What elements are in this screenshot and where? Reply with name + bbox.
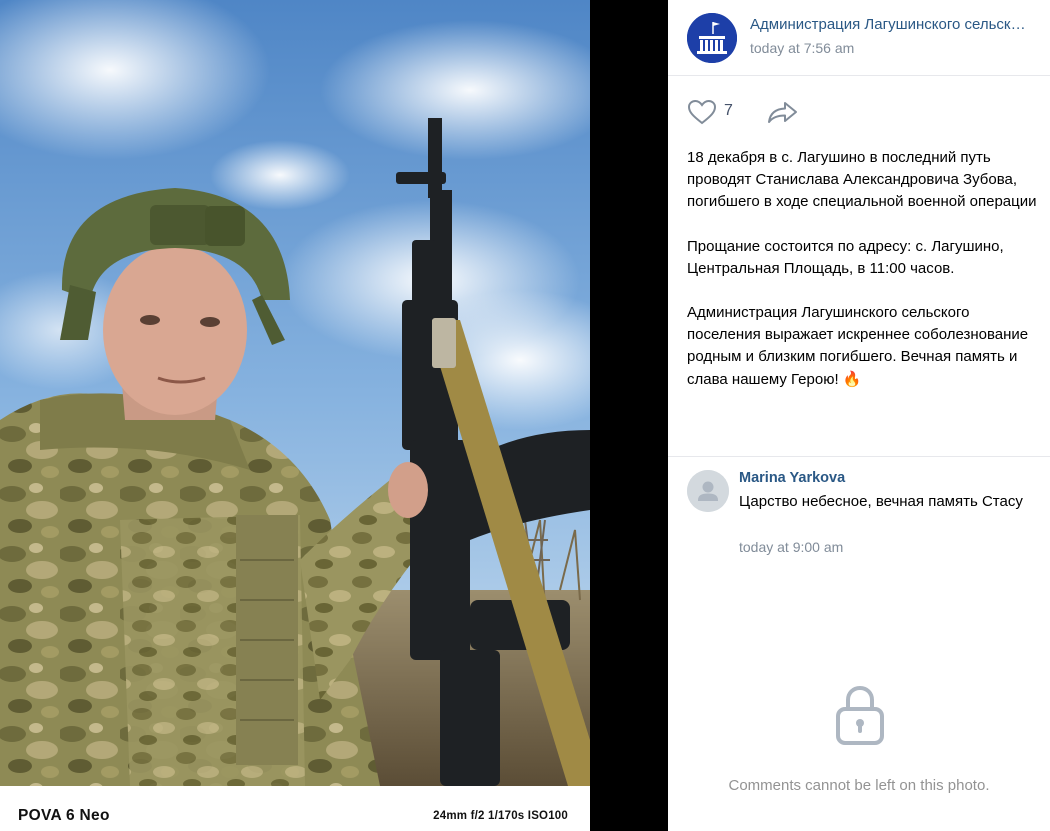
post-paragraph: 18 декабря в с. Лагушино в последний пут… [687, 149, 1037, 211]
building-flag-icon [687, 13, 737, 63]
comments-locked-message: Comments cannot be left on this photo. [728, 777, 990, 794]
like-count: 7 [724, 102, 733, 119]
photo-viewer: POVA 6 Neo 24mm f/2 1/170s ISO100 [0, 0, 590, 831]
exif-settings-label: 24mm f/2 1/170s ISO100 [433, 810, 568, 822]
comment-author-link[interactable]: Marina Yarkova [739, 470, 845, 486]
comment-avatar[interactable] [687, 470, 729, 512]
viewer-divider [590, 0, 668, 831]
post-photo[interactable] [0, 0, 590, 786]
comment-timestamp[interactable]: today at 9:00 am [739, 539, 843, 555]
lock-icon [836, 685, 884, 745]
post-paragraph-last: Администрация Лагушинского сельского пос… [687, 302, 1037, 391]
group-name-link[interactable]: Администрация Лагушинского сельского пос… [750, 16, 1032, 33]
group-avatar[interactable] [687, 13, 737, 63]
soldier-selfie-image [0, 0, 590, 786]
camera-model-label: POVA 6 Neo [18, 807, 110, 824]
comments-divider [668, 456, 1050, 457]
post-timestamp[interactable]: today at 7:56 am [750, 40, 854, 56]
share-icon[interactable] [767, 100, 799, 124]
post-side-panel: Администрация Лагушинского сельского пос… [668, 0, 1050, 831]
photo-exif-bar: POVA 6 Neo 24mm f/2 1/170s ISO100 [0, 786, 590, 831]
fire-emoji: 🔥 [842, 370, 862, 388]
comment-text: Царство небесное, вечная память Стасу [739, 493, 1023, 510]
post-paragraph: Прощание состоится по адресу: с. Лагушин… [687, 237, 1004, 277]
default-user-icon [687, 470, 729, 512]
post-header: Администрация Лагушинского сельского пос… [668, 0, 1050, 76]
post-text: 18 декабря в с. Лагушино в последний пут… [687, 147, 1037, 391]
heart-icon[interactable] [687, 99, 717, 125]
